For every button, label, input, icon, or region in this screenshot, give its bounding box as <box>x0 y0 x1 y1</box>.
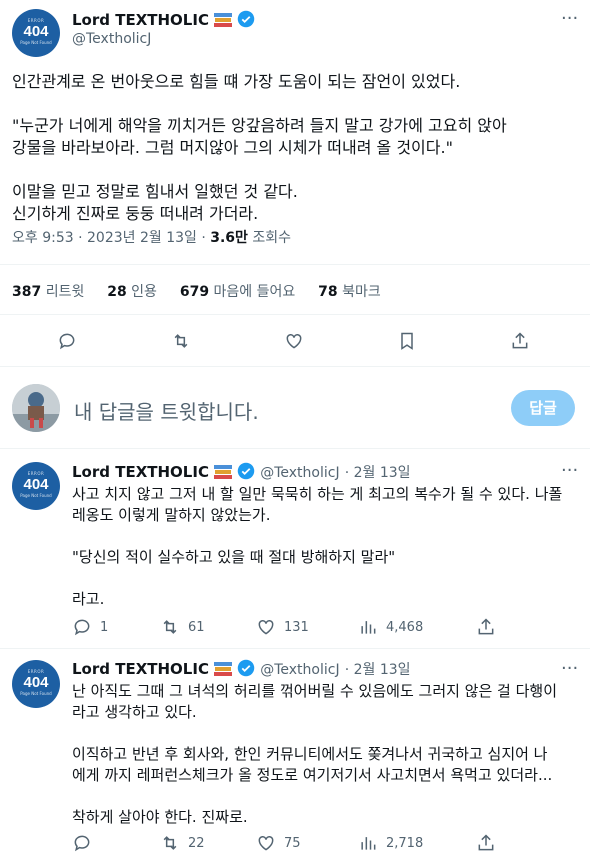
tweet-stats: 387 리트윗 28 인용 679 마음에 들어요 78 북마크 <box>12 281 381 301</box>
share-icon[interactable] <box>510 331 530 355</box>
retweet-count: 61 <box>188 619 205 635</box>
author-avatar[interactable]: ERROR 404 Page Not Found <box>12 9 60 57</box>
author-name[interactable]: Lord TEXTHOLIC <box>72 11 209 29</box>
tweet-time[interactable]: 오후 9:53 · 2023년 2월 13일 · <box>12 230 210 246</box>
bookmark-stat[interactable]: 78 북마크 <box>318 284 381 300</box>
like-label: 마음에 들어요 <box>213 284 296 300</box>
reply-author-name[interactable]: Lord TEXTHOLIC <box>72 660 209 678</box>
avatar-top-text: ERROR <box>27 471 45 476</box>
retweet-stat[interactable]: 387 리트윗 <box>12 284 84 300</box>
view-label: 조회수 <box>247 230 292 246</box>
views-icon <box>361 837 376 850</box>
avatar-top-text: ERROR <box>27 669 45 674</box>
quote-label: 인용 <box>131 284 157 300</box>
avatar-code: 404 <box>23 674 49 691</box>
verified-badge-icon <box>237 659 255 677</box>
like-count: 131 <box>284 619 309 635</box>
reply-icon <box>74 835 90 852</box>
share-icon <box>478 834 494 851</box>
avatar-code: 404 <box>23 23 49 40</box>
reply-action-share[interactable] <box>476 617 496 637</box>
avatar-sub-text: Page Not Found <box>20 40 52 45</box>
view-count: 4,468 <box>386 619 424 635</box>
retweet-icon[interactable] <box>171 331 191 355</box>
author-handle[interactable]: @TextholicJ <box>72 31 151 47</box>
divider <box>0 448 590 449</box>
reply-icon[interactable] <box>57 331 77 355</box>
reply-header: Lord TEXTHOLIC @TextholicJ · 2월 13일 <box>72 659 411 679</box>
bookmark-count: 78 <box>318 284 338 300</box>
divider <box>0 366 590 367</box>
avatar-sub-text: Page Not Found <box>20 493 52 498</box>
like-count: 679 <box>179 284 210 300</box>
books-emoji-icon <box>214 661 233 677</box>
more-options-icon[interactable]: ··· <box>561 460 578 481</box>
share-icon <box>478 618 494 635</box>
reply-handle[interactable]: @TextholicJ <box>260 465 339 481</box>
like-icon <box>258 619 274 635</box>
reply-handle[interactable]: @TextholicJ <box>260 662 339 678</box>
like-icon <box>258 835 274 851</box>
bookmark-label: 북마크 <box>342 284 381 300</box>
reply-date[interactable]: · 2월 13일 <box>345 465 411 481</box>
avatar-top-text: ERROR <box>27 18 45 23</box>
divider <box>0 648 590 649</box>
tweet-text: 인간관계로 온 번아웃으로 힘들 떄 가장 도움이 되는 잠언이 있었다. "누… <box>12 72 507 223</box>
reply-action-like[interactable]: 131 <box>256 617 309 637</box>
like-icon[interactable] <box>284 331 304 355</box>
avatar-sub-text: Page Not Found <box>20 691 52 696</box>
more-options-icon[interactable]: ··· <box>561 658 578 679</box>
reply-count: 1 <box>100 619 109 635</box>
views-icon <box>361 621 376 634</box>
tweet-timestamp[interactable]: 오후 9:53 · 2023년 2월 13일 · 3.6만 조회수 <box>12 227 291 247</box>
books-emoji-icon <box>214 12 233 28</box>
quote-stat[interactable]: 28 인용 <box>107 284 157 300</box>
reply-avatar[interactable]: ERROR 404 Page Not Found <box>12 660 60 708</box>
like-stat[interactable]: 679 마음에 들어요 <box>180 284 295 300</box>
bookmark-icon[interactable] <box>397 331 417 355</box>
reply-text: 난 아직도 그때 그 녀석의 허리를 꺾어버릴 수 있음에도 그러지 않은 걸 … <box>72 682 558 826</box>
reply-submit-button[interactable]: 답글 <box>511 390 575 426</box>
reply-text: 사고 치지 않고 그저 내 할 일만 묵묵히 하는 게 최고의 복수가 될 수 … <box>72 485 563 608</box>
reply-date[interactable]: · 2월 13일 <box>345 662 411 678</box>
reply-header: Lord TEXTHOLIC @TextholicJ · 2월 13일 <box>72 462 411 482</box>
reply-action-views[interactable]: 2,718 <box>358 833 423 853</box>
reply-action-reply[interactable]: 1 <box>72 617 108 637</box>
reply-avatar[interactable]: ERROR 404 Page Not Found <box>12 462 60 510</box>
retweet-count: 22 <box>188 835 205 851</box>
retweet-count: 387 <box>12 284 42 300</box>
reply-action-share[interactable] <box>476 833 496 853</box>
reply-action-retweet[interactable]: 22 <box>160 833 205 853</box>
view-count: 2,718 <box>386 835 424 851</box>
verified-badge-icon <box>237 10 255 28</box>
divider <box>0 264 590 265</box>
verified-badge-icon <box>237 462 255 480</box>
reply-icon <box>74 619 90 636</box>
author-name-row[interactable]: Lord TEXTHOLIC <box>72 10 255 29</box>
divider <box>0 314 590 315</box>
avatar-code: 404 <box>23 476 49 493</box>
retweet-icon <box>163 620 177 634</box>
reply-input[interactable]: 내 답글을 트윗합니다. <box>74 396 259 425</box>
more-options-icon[interactable]: ··· <box>561 8 578 29</box>
quote-count: 28 <box>107 284 127 300</box>
reply-action-reply[interactable] <box>72 833 100 853</box>
retweet-label: 리트윗 <box>45 284 85 300</box>
like-count: 75 <box>284 835 301 851</box>
reply-action-views[interactable]: 4,468 <box>358 617 423 637</box>
user-avatar[interactable] <box>12 384 60 432</box>
books-emoji-icon <box>214 464 233 480</box>
reply-action-retweet[interactable]: 61 <box>160 617 205 637</box>
retweet-icon <box>163 836 177 850</box>
reply-author-name[interactable]: Lord TEXTHOLIC <box>72 463 209 481</box>
view-count: 3.6만 <box>210 230 248 246</box>
reply-action-like[interactable]: 75 <box>256 833 301 853</box>
